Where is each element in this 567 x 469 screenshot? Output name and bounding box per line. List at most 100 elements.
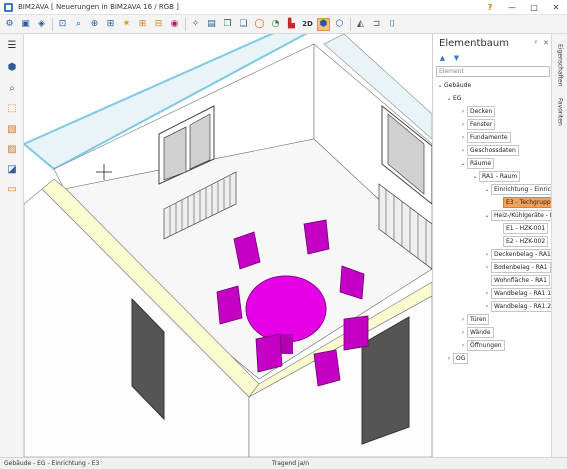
- tree-node-oeffnungen[interactable]: › Öffnungen: [459, 339, 505, 351]
- tree-node-decken[interactable]: › Decken: [459, 105, 496, 117]
- tab-favoriten[interactable]: Favoriten: [554, 94, 566, 130]
- chart-icon[interactable]: ▙: [285, 18, 298, 31]
- chevron-down-icon[interactable]: ⌄: [445, 95, 453, 102]
- toolbar-divider: [52, 17, 53, 31]
- zoom-window-icon[interactable]: ⌕: [72, 18, 85, 31]
- zoom-select-icon[interactable]: ⊡: [56, 18, 69, 31]
- tree-node-tueren[interactable]: › Türen: [459, 313, 490, 325]
- menu-icon[interactable]: ☰: [5, 38, 19, 52]
- maximize-button[interactable]: □: [523, 0, 545, 15]
- expand-up-icon[interactable]: ▲: [438, 54, 447, 63]
- layer-icon[interactable]: ▧: [5, 122, 19, 136]
- cube-settings-icon[interactable]: ⚙: [3, 18, 16, 31]
- tree-node-raeume[interactable]: ⌄ Räume: [459, 157, 495, 169]
- cube-alt-icon[interactable]: ◈: [35, 18, 48, 31]
- wand-icon[interactable]: ✧: [189, 18, 202, 31]
- main-toolbar: ⚙ ▣ ◈ ⊡ ⌕ ⊕ ⊞ ✷ ⊞ ⊟ ◉ ✧ ▤ ❐ ❏ ◯ ◔ ▙ 2D ⬢…: [0, 15, 567, 34]
- tree-node-label: Geschossdaten: [467, 144, 519, 156]
- chevron-right-icon[interactable]: ›: [459, 316, 467, 323]
- chevron-right-icon[interactable]: ›: [459, 121, 467, 128]
- chevron-right-icon[interactable]: ›: [445, 355, 453, 362]
- folder-icon[interactable]: ▭: [5, 182, 19, 196]
- ring-icon[interactable]: ◯: [253, 18, 266, 31]
- tab-eigenschaften[interactable]: Eigenschaften: [554, 40, 566, 90]
- bracket-icon[interactable]: ⊐: [370, 18, 383, 31]
- chevron-right-icon[interactable]: ›: [483, 290, 491, 297]
- zoom-icon[interactable]: ⌕: [5, 81, 19, 95]
- tree-node-label: Öffnungen: [467, 339, 505, 351]
- window-icon[interactable]: ▤: [205, 18, 218, 31]
- 3d-viewport[interactable]: [24, 34, 432, 457]
- chevron-right-icon[interactable]: ›: [483, 251, 491, 258]
- pie-icon[interactable]: ◔: [269, 18, 282, 31]
- chevron-right-icon[interactable]: ›: [459, 134, 467, 141]
- chevron-right-icon[interactable]: ›: [459, 147, 467, 154]
- tree-node-ra1-raum[interactable]: ⌄ RA1 - Raum: [471, 170, 521, 182]
- tree-node-e2[interactable]: E2 - HZK-002: [495, 235, 549, 247]
- select-box-icon[interactable]: ⬚: [5, 101, 19, 115]
- chevron-down-icon[interactable]: ⌄: [483, 186, 491, 193]
- element-search-input[interactable]: Element: [436, 66, 550, 77]
- filter-icon[interactable]: ▨: [5, 142, 19, 156]
- cube-3d-icon[interactable]: ⬢: [317, 17, 330, 31]
- tree-node-geschossdaten[interactable]: › Geschossdaten: [459, 144, 519, 156]
- chevron-down-icon[interactable]: ⌄: [459, 160, 467, 167]
- window-title: BIM2AVA [ Neuerungen in BIM2AVA 16 / RGB…: [18, 3, 179, 11]
- help-button[interactable]: ?: [479, 0, 501, 15]
- color-wheel-icon[interactable]: ◉: [168, 18, 181, 31]
- tree-node-e3[interactable]: E3 - Techgrupp: [495, 196, 554, 208]
- cube-view-icon[interactable]: ⬢: [5, 60, 19, 74]
- sun-icon[interactable]: ✷: [120, 18, 133, 31]
- tree-node-wohnflaeche[interactable]: Wohnfläche - RA1: [483, 274, 550, 286]
- tree-node-deckenbelag[interactable]: › Deckenbelag - RA1: [483, 248, 554, 260]
- copy-window-icon[interactable]: ❐: [221, 18, 234, 31]
- tree-node-einrichtung[interactable]: ⌄ Einrichtung - Einrich: [483, 183, 558, 195]
- plus-box-icon[interactable]: ⊞: [136, 18, 149, 31]
- room-model: [24, 34, 432, 457]
- element-tree-panel: Elementbaum ᵖ ✕ ▲ ▼ Element ⌄ Gebäude ⌄ …: [432, 34, 558, 457]
- tree-node-wandbelag-2[interactable]: › Wandbelag - RA1.2: [483, 300, 555, 312]
- pin-icon[interactable]: ᵖ: [531, 39, 541, 47]
- zoom-fit-icon[interactable]: ⊕: [88, 18, 101, 31]
- section-icon[interactable]: ◪: [5, 162, 19, 176]
- chevron-down-icon[interactable]: ⌄: [483, 212, 491, 219]
- chevron-right-icon[interactable]: ›: [459, 342, 467, 349]
- tree-node-bodenbelag[interactable]: › Bodenbelag - RA1: [483, 261, 551, 273]
- tree-node-fenster[interactable]: › Fenster: [459, 118, 496, 130]
- tree-node-label: Bodenbelag - RA1: [491, 261, 551, 273]
- tree-node-heizgeraete[interactable]: ⌄ Heiz-/Kühlgeräte - H: [483, 209, 558, 221]
- tree-node-label: Wandbelag - RA1.1: [491, 287, 555, 299]
- tree-node-e1[interactable]: E1 - HZK-001: [495, 222, 549, 234]
- view-2d-button[interactable]: 2D: [301, 18, 314, 31]
- chevron-right-icon[interactable]: ›: [483, 303, 491, 310]
- cube-icon[interactable]: ▣: [19, 18, 32, 31]
- status-property: Tragend ja/n: [272, 460, 310, 467]
- tree-node-waende[interactable]: › Wände: [459, 326, 494, 338]
- zoom-all-icon[interactable]: ⊞: [104, 18, 117, 31]
- chevron-down-icon[interactable]: ⌄: [436, 82, 444, 89]
- prism-icon[interactable]: ⬡: [333, 18, 346, 31]
- chevron-right-icon[interactable]: ›: [483, 264, 491, 271]
- title-bar: BIM2AVA [ Neuerungen in BIM2AVA 16 / RGB…: [0, 0, 567, 15]
- close-window-button[interactable]: ✕: [545, 0, 567, 15]
- camera-icon[interactable]: ⌷: [386, 18, 399, 31]
- expand-down-icon[interactable]: ▼: [452, 54, 461, 63]
- chevron-down-icon[interactable]: ⌄: [471, 173, 479, 180]
- close-panel-button[interactable]: ✕: [541, 39, 551, 47]
- triangle-icon[interactable]: ◭: [354, 18, 367, 31]
- tree-node-fundamente[interactable]: › Fundamente: [459, 131, 511, 143]
- tree-node-gebaeude[interactable]: ⌄ Gebäude: [436, 79, 471, 91]
- stack-window-icon[interactable]: ❏: [237, 18, 250, 31]
- minimize-button[interactable]: —: [501, 0, 523, 15]
- tree-node-label: E1 - HZK-001: [503, 222, 549, 234]
- tree-node-label: E3 - Techgrupp: [503, 196, 554, 208]
- chevron-right-icon[interactable]: ›: [459, 329, 467, 336]
- tree-node-label: Gebäude: [444, 81, 472, 89]
- tree-node-label: Einrichtung - Einrich: [491, 183, 558, 195]
- tree-node-eg[interactable]: ⌄ EG: [445, 92, 461, 104]
- tree-node-label: Fundamente: [467, 131, 511, 143]
- minus-box-icon[interactable]: ⊟: [152, 18, 165, 31]
- chevron-right-icon[interactable]: ›: [459, 108, 467, 115]
- tree-node-wandbelag-1[interactable]: › Wandbelag - RA1.1: [483, 287, 555, 299]
- tree-node-og[interactable]: › OG: [445, 352, 469, 364]
